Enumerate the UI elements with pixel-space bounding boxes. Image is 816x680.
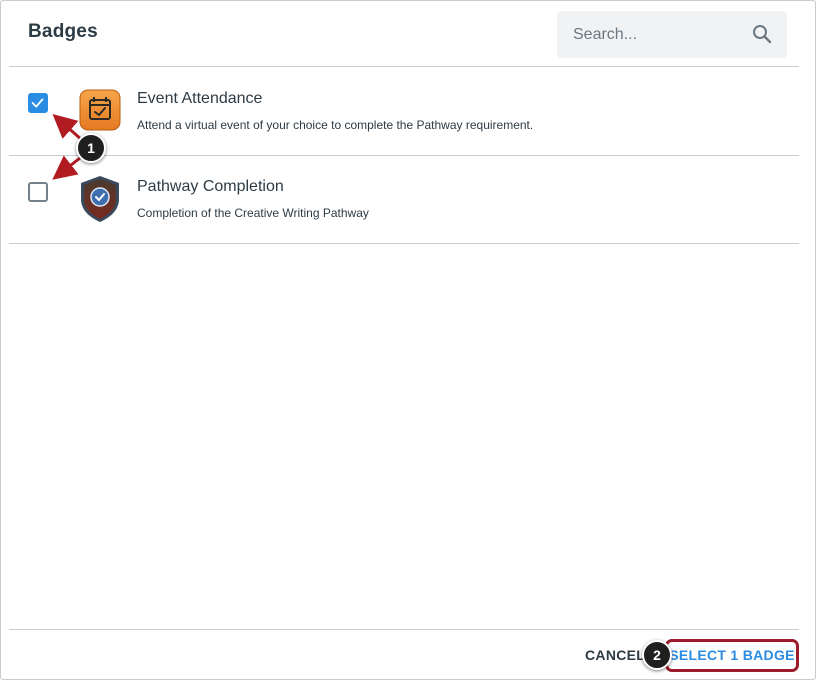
dialog-title: Badges	[28, 21, 98, 42]
badges-dialog: Badges Search... Event Attendance Attend…	[0, 0, 816, 680]
calendar-check-icon	[79, 89, 121, 131]
search-box[interactable]	[557, 11, 787, 58]
callout-2: 2	[642, 640, 672, 670]
select-badge-button[interactable]: SELECT 1 BADGE	[665, 639, 799, 672]
list-item[interactable]: Event Attendance Attend a virtual event …	[9, 67, 799, 155]
badge-checkbox-event-attendance[interactable]	[28, 93, 48, 113]
badge-description: Attend a virtual event of your choice to…	[137, 118, 534, 132]
badge-name: Event Attendance	[137, 90, 263, 107]
badge-checkbox-pathway-completion[interactable]	[28, 182, 48, 202]
list-item[interactable]: Pathway Completion Completion of the Cre…	[9, 155, 799, 243]
row-divider	[9, 243, 799, 244]
shield-badge-icon	[81, 176, 119, 222]
checkmark-icon	[31, 98, 44, 108]
dialog-header: Badges	[1, 1, 815, 67]
callout-1: 1	[76, 133, 106, 163]
footer-divider	[9, 629, 799, 630]
search-icon[interactable]	[752, 24, 772, 44]
badge-description: Completion of the Creative Writing Pathw…	[137, 206, 369, 220]
search-input[interactable]	[557, 11, 737, 58]
cancel-button[interactable]: CANCEL	[585, 647, 645, 663]
badge-name: Pathway Completion	[137, 178, 284, 195]
